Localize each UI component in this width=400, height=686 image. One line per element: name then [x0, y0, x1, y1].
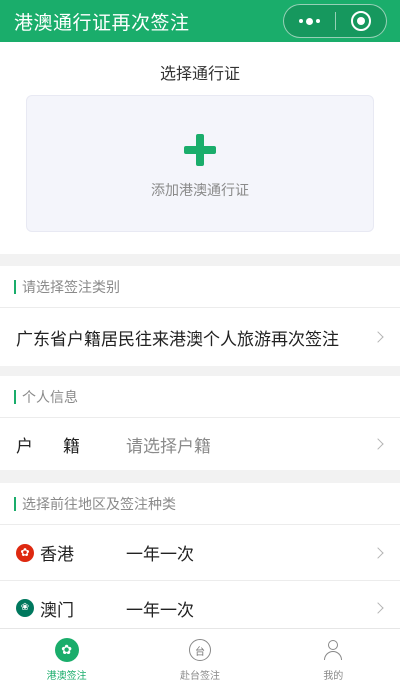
miniprogram-capsule [283, 4, 387, 38]
section-accent-bar [14, 389, 16, 404]
pass-card: 选择通行证 添加港澳通行证 [0, 42, 400, 254]
add-pass-button[interactable]: 添加港澳通行证 [26, 95, 374, 232]
region-visa-value: 一年一次 [126, 545, 194, 565]
tab-label: 赴台签注 [179, 671, 220, 682]
pass-card-title: 选择通行证 [159, 64, 240, 83]
more-button[interactable] [284, 4, 335, 38]
region-name: 香港 [40, 545, 74, 565]
visa-category-header: 请选择签注类别 [0, 266, 400, 308]
bauhinia-icon: ✿ [54, 637, 80, 663]
destination-header: 选择前往地区及签注种类 [0, 483, 400, 525]
chevron-right-icon [372, 546, 384, 559]
region-visa-value: 一年一次 [126, 600, 194, 621]
section-accent-bar [14, 279, 16, 294]
page-title: 港澳通行证再次签注 [14, 11, 190, 34]
more-dots-icon [298, 17, 320, 25]
household-label: 户籍 [16, 436, 110, 457]
visa-category-label: 请选择签注类别 [22, 279, 120, 296]
tab-hk-macau-visa[interactable]: ✿ 港澳签注 [0, 629, 133, 686]
add-pass-label: 添加港澳通行证 [151, 183, 249, 199]
user-icon [320, 637, 346, 663]
personal-info-header: 个人信息 [0, 376, 400, 418]
personal-info-section: 个人信息 户籍 请选择户籍 [0, 376, 400, 470]
target-icon [350, 11, 371, 31]
personal-info-label: 个人信息 [22, 389, 78, 406]
visa-category-section: 请选择签注类别 广东省户籍居民往来港澳个人旅游再次签注 [0, 266, 400, 366]
close-miniprogram-button[interactable] [335, 4, 386, 38]
visa-category-selector[interactable]: 广东省户籍居民往来港澳个人旅游再次签注 [0, 308, 400, 366]
household-selector[interactable]: 户籍 请选择户籍 [0, 418, 400, 470]
chevron-right-icon [372, 602, 384, 614]
region-row-macau[interactable]: ❀ 澳门 一年一次 [0, 580, 400, 635]
section-accent-bar [14, 496, 16, 511]
visa-category-value: 广东省户籍居民往来港澳个人旅游再次签注 [16, 329, 339, 350]
region-row-hong-kong[interactable]: ✿ 香港 一年一次 [0, 525, 400, 580]
tab-taiwan-visa[interactable]: 台 赴台签注 [133, 629, 266, 686]
destination-label: 选择前往地区及签注种类 [22, 496, 176, 513]
plus-icon [184, 134, 216, 166]
bottom-tab-bar: ✿ 港澳签注 台 赴台签注 我的 [0, 628, 400, 686]
nav-header: 港澳通行证再次签注 [0, 0, 400, 42]
tab-label: 港澳签注 [46, 671, 87, 682]
taiwan-icon: 台 [187, 637, 213, 663]
chevron-right-icon [372, 438, 384, 450]
macau-flag-icon: ❀ [16, 599, 34, 617]
chevron-right-icon [372, 331, 384, 343]
region-name: 澳门 [40, 600, 74, 621]
household-placeholder: 请选择户籍 [126, 436, 211, 457]
hong-kong-flag-icon: ✿ [16, 543, 34, 562]
destination-section: 选择前往地区及签注种类 ✿ 香港 一年一次 ❀ 澳门 一年一次 [0, 483, 400, 628]
tab-mine[interactable]: 我的 [267, 629, 400, 686]
tab-label: 我的 [323, 671, 344, 682]
